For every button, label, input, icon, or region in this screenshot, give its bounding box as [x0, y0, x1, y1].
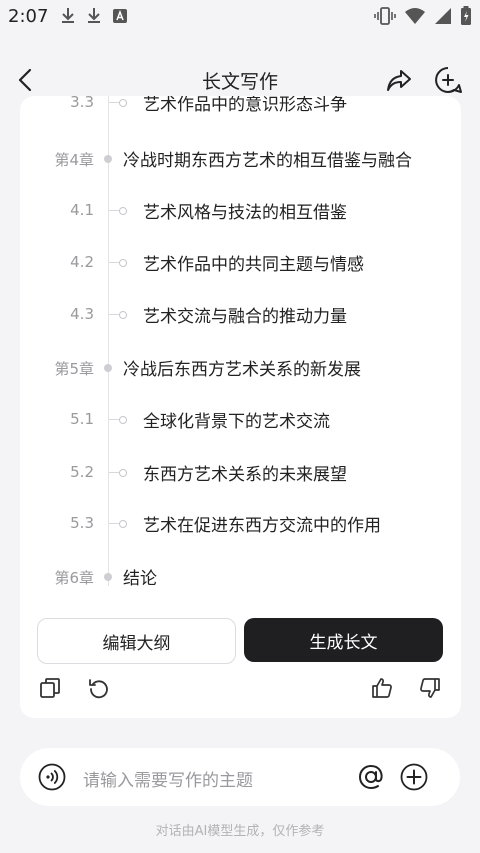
chat-input-bar: 请输入需要写作的主题 [20, 748, 460, 806]
outline-section-title: 艺术风格与技法的相互借鉴 [143, 203, 347, 223]
download-icon [62, 8, 74, 23]
outline-chapter-number: 第6章 [54, 569, 94, 587]
outline-section-title: 艺术作品中的共同主题与情感 [143, 255, 364, 275]
signal-icon [435, 8, 451, 24]
outline-chapter-title: 结论 [123, 569, 157, 589]
thumbs-up-button[interactable] [370, 676, 394, 700]
a-notification-icon [113, 9, 127, 23]
outline-node [104, 155, 112, 163]
outline-node [104, 573, 112, 581]
outline-branch [109, 523, 119, 524]
wifi-icon [405, 8, 425, 24]
outline-section-number: 4.2 [70, 253, 94, 271]
new-chat-button[interactable] [433, 65, 463, 95]
add-attachment-button[interactable] [399, 762, 429, 792]
add-icon [400, 763, 428, 791]
outline-node [119, 99, 127, 107]
copy-icon [40, 678, 60, 698]
outline-section[interactable]: 5.3 艺术在促进东西方交流中的作用 [20, 508, 461, 538]
status-time: 2:07 [8, 6, 49, 27]
outline-branch [109, 314, 119, 315]
outline-section-number: 5.3 [70, 514, 94, 532]
vibrate-icon [374, 7, 396, 25]
generate-long-text-button[interactable]: 生成长文 [244, 618, 443, 662]
thumbs-down-button[interactable] [418, 676, 442, 700]
outline-node [119, 520, 127, 528]
outline-chapter-title: 冷战时期东西方艺术的相互借鉴与融合 [123, 151, 412, 171]
outline-chapter-number: 第4章 [54, 151, 94, 169]
download-icon [88, 8, 100, 23]
outline-branch [109, 419, 119, 420]
new-chat-icon [435, 67, 462, 93]
outline-item-text: 艺术作品中的意识形态斗争 [143, 96, 347, 115]
thumbs-up-icon [372, 678, 392, 698]
outline-chapter-title: 冷战后东西方艺术关系的新发展 [123, 360, 361, 380]
outline-chapter[interactable]: 第5章 冷战后东西方艺术关系的新发展 [20, 352, 461, 382]
outline-card: 3.3 艺术作品中的意识形态斗争 第4章 冷战时期东西方艺术的相互借鉴与融合 4… [20, 96, 461, 718]
outline-section-number: 5.1 [70, 410, 94, 428]
mention-button[interactable] [356, 762, 386, 792]
thumbs-down-icon [420, 678, 440, 698]
outline-node [119, 311, 127, 319]
voice-icon [38, 763, 66, 791]
outline-section-number: 5.2 [70, 463, 94, 481]
regenerate-icon [89, 679, 108, 699]
outline-section-number: 4.1 [70, 201, 94, 219]
voice-input-button[interactable] [38, 763, 66, 791]
outline-chapter[interactable]: 第6章 结论 [20, 561, 461, 591]
outline-item-partial[interactable]: 3.3 艺术作品中的意识形态斗争 [20, 96, 461, 117]
outline-section-title: 艺术交流与融合的推动力量 [143, 307, 347, 327]
status-notification-icons [60, 7, 128, 25]
outline-branch [109, 210, 119, 211]
outline-section-title: 全球化背景下的艺术交流 [143, 412, 330, 432]
share-icon [387, 70, 411, 91]
outline-node [119, 207, 127, 215]
status-bar: 2:07 [0, 0, 480, 34]
outline-list[interactable]: 3.3 艺术作品中的意识形态斗争 第4章 冷战时期东西方艺术的相互借鉴与融合 4… [20, 96, 461, 601]
status-system-icons [374, 6, 472, 26]
outline-branch [109, 472, 119, 473]
outline-item-number: 3.3 [70, 96, 94, 111]
outline-branch [109, 102, 119, 103]
outline-section[interactable]: 4.2 艺术作品中的共同主题与情感 [20, 247, 461, 277]
outline-section-number: 4.3 [70, 305, 94, 323]
outline-node [104, 364, 112, 372]
message-actions [20, 676, 461, 702]
at-icon [358, 764, 383, 790]
edit-outline-button[interactable]: 编辑大纲 [37, 618, 236, 664]
outline-section[interactable]: 4.3 艺术交流与融合的推动力量 [20, 299, 461, 329]
outline-chapter[interactable]: 第4章 冷战时期东西方艺术的相互借鉴与融合 [20, 143, 461, 173]
outline-node [119, 259, 127, 267]
outline-branch [109, 262, 119, 263]
outline-chapter-number: 第5章 [54, 360, 94, 378]
outline-node [119, 469, 127, 477]
outline-node [119, 416, 127, 424]
outline-section[interactable]: 5.1 全球化背景下的艺术交流 [20, 404, 461, 434]
outline-section-title: 艺术在促进东西方交流中的作用 [143, 516, 381, 536]
outline-section[interactable]: 5.2 东西方艺术关系的未来展望 [20, 457, 461, 487]
battery-icon [461, 6, 471, 25]
topic-input[interactable]: 请输入需要写作的主题 [83, 766, 253, 791]
copy-button[interactable] [38, 676, 62, 700]
share-button[interactable] [385, 66, 413, 94]
regenerate-button[interactable] [87, 676, 111, 700]
ai-disclaimer: 对话由AI模型生成，仅作参考 [155, 824, 325, 839]
outline-section[interactable]: 4.1 艺术风格与技法的相互借鉴 [20, 195, 461, 225]
outline-section-title: 东西方艺术关系的未来展望 [143, 465, 347, 485]
